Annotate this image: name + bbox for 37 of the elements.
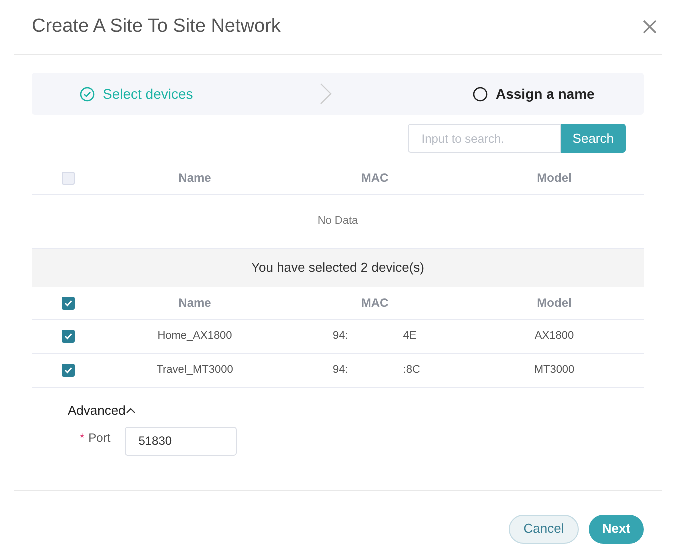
dialog-title: Create A Site To Site Network xyxy=(32,14,281,39)
empty-text: No Data xyxy=(318,214,358,230)
checkbox[interactable] xyxy=(62,364,75,377)
check-icon xyxy=(64,366,73,375)
column-header: Name xyxy=(178,295,212,312)
step-label: Assign a name xyxy=(496,84,595,104)
column-header: Name xyxy=(178,170,212,187)
table-cell-text: AX1800 xyxy=(534,329,574,344)
column-header: MAC xyxy=(361,170,389,187)
column-header: Model xyxy=(537,170,572,187)
table-cell-text: Travel_MT3000 xyxy=(156,363,234,378)
checkbox[interactable] xyxy=(62,330,75,343)
table-cell-text: 94: xyxy=(333,363,348,378)
advanced-toggle[interactable]: Advanced xyxy=(68,401,126,420)
table-cell-text: Home_AX1800 xyxy=(158,329,232,344)
step-label: Select devices xyxy=(103,84,194,104)
chevron-up-icon[interactable] xyxy=(126,407,136,414)
required-mark: * xyxy=(80,430,85,446)
search-field[interactable]: Input to search. xyxy=(408,124,561,153)
chevron-right-icon xyxy=(320,83,332,105)
table-cell-text: 4E xyxy=(403,329,417,344)
check-icon xyxy=(64,332,73,341)
table-cell-text: 94: xyxy=(333,329,348,344)
checkbox[interactable] xyxy=(62,172,75,184)
checkbox[interactable] xyxy=(62,296,75,310)
close-icon[interactable] xyxy=(642,19,658,35)
column-header: Model xyxy=(537,295,572,312)
port-label: Port xyxy=(88,430,111,446)
cancel-button[interactable]: Cancel xyxy=(509,514,579,544)
selected-count: You have selected 2 device(s) xyxy=(252,259,424,278)
port-field[interactable]: 51830 xyxy=(124,426,237,456)
table-cell-text: :8C xyxy=(403,363,420,378)
check-icon xyxy=(64,298,73,308)
search-button[interactable]: Search xyxy=(560,124,626,153)
next-button[interactable]: Next xyxy=(589,514,644,544)
column-header: MAC xyxy=(361,295,389,312)
table-cell-text: MT3000 xyxy=(534,363,575,378)
